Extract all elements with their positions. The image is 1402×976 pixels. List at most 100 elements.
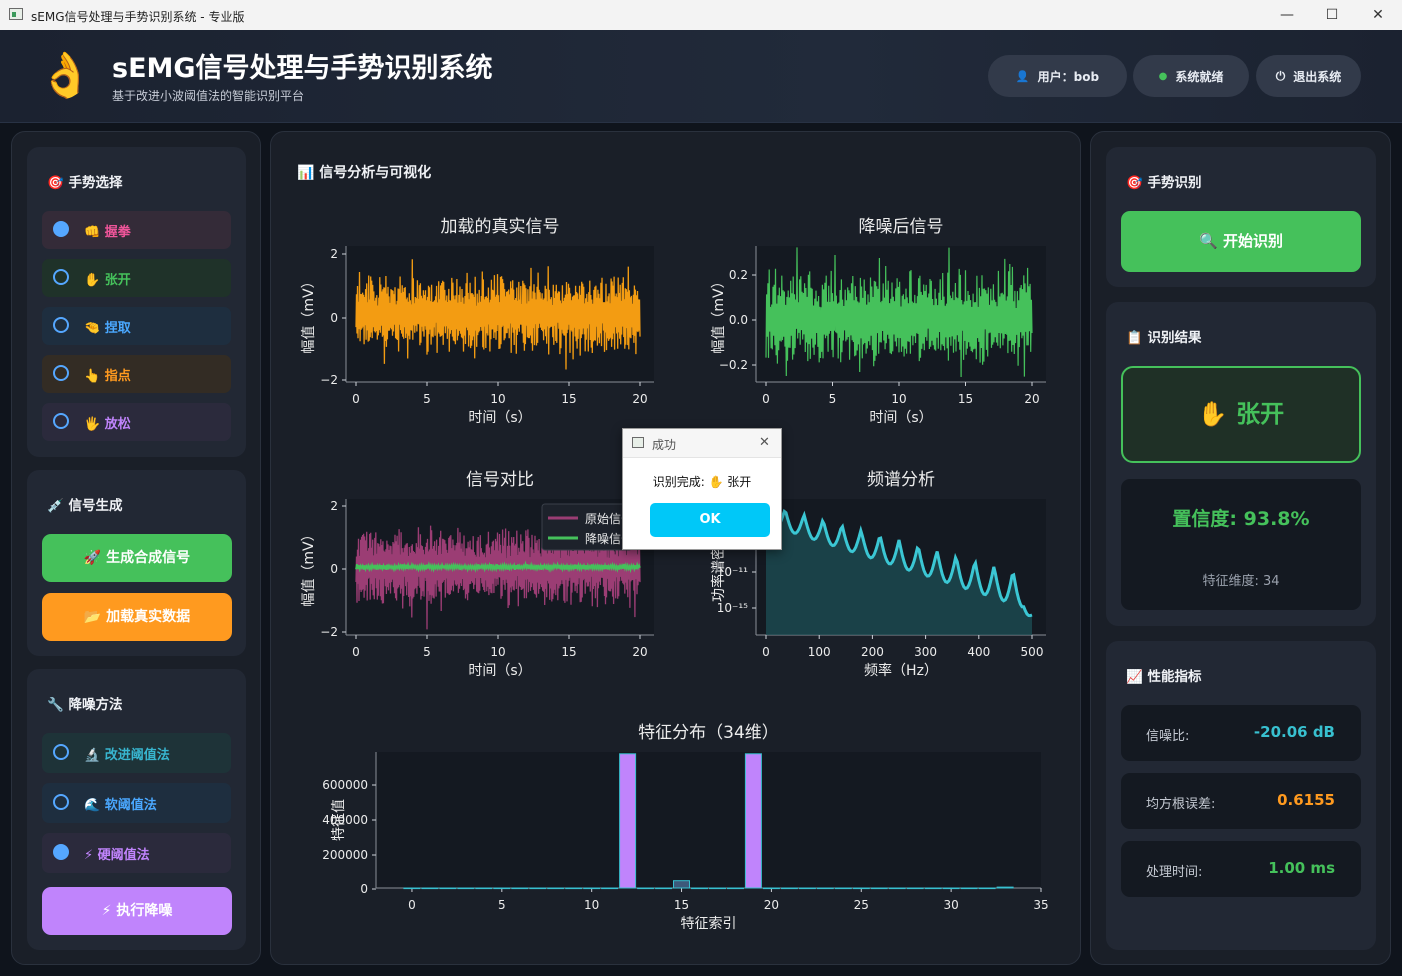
gesture-label: 👆 指点 [84, 369, 131, 384]
gesture-selection-title: 🎯 手势选择 [47, 175, 123, 191]
recognition-card: 🎯 手势识别 🔍 开始识别 [1106, 147, 1376, 287]
feature-bar [457, 887, 475, 890]
x-axis-label: 频率（Hz） [864, 662, 938, 679]
y-tick-label: 0 [330, 562, 338, 576]
chart-title: 加载的真实信号 [441, 217, 560, 237]
x-tick-label: 10 [891, 392, 906, 406]
metrics-title: 📈 性能指标 [1126, 669, 1202, 685]
metric-label: 均方根误差: [1146, 797, 1216, 812]
minimize-button[interactable]: — [1264, 0, 1310, 30]
feature-bar [691, 887, 708, 890]
gesture-label: 🤏 捏取 [84, 321, 131, 336]
x-tick-label: 500 [1021, 645, 1044, 659]
success-dialog: 成功 ✕ 识别完成: ✋ 张开 OK [622, 428, 782, 550]
x-tick-label: 0 [762, 392, 770, 406]
x-tick-label: 10 [584, 898, 599, 912]
radio-icon[interactable] [53, 413, 69, 429]
maximize-button[interactable]: ☐ [1309, 0, 1355, 30]
method-option-soft[interactable]: 🌊 软阈值法 [42, 783, 231, 823]
app-subtitle: 基于改进小波阈值法的智能识别平台 [112, 89, 305, 103]
feature-bar [421, 887, 439, 890]
user-label: 用户：bob [1037, 69, 1100, 84]
close-window-button[interactable]: ✕ [1355, 0, 1401, 30]
radio-icon[interactable] [53, 317, 69, 333]
feature-bar [744, 753, 762, 889]
dialog-close-icon[interactable]: ✕ [759, 435, 770, 450]
feature-bar [834, 887, 852, 890]
method-option-hard[interactable]: ⚡ 硬阈值法 [42, 833, 231, 873]
result-gesture: ✋ 张开 [1121, 366, 1361, 463]
feature-bar [619, 753, 637, 889]
radio-icon[interactable] [53, 744, 69, 760]
dialog-title: 成功 [652, 438, 677, 452]
chart-title: 降噪后信号 [859, 217, 944, 237]
processing-time-metric: 处理时间: 1.00 ms [1121, 841, 1361, 897]
run-denoise-button[interactable]: ⚡ 执行降噪 [42, 887, 232, 935]
x-axis-label: 时间（s） [468, 663, 531, 679]
x-tick-label: 35 [1033, 898, 1048, 912]
plot-area [376, 752, 1041, 888]
x-tick-label: 20 [632, 645, 647, 659]
y-tick-label: 10⁻¹⁵ [717, 601, 748, 615]
method-option-improved[interactable]: 🔬 改进阈值法 [42, 733, 231, 773]
x-tick-label: 15 [561, 645, 576, 659]
app-title: sEMG信号处理与手势识别系统 [112, 53, 493, 84]
x-tick-label: 15 [561, 392, 576, 406]
feature-bar [798, 887, 816, 890]
app-header: 👌 sEMG信号处理与手势识别系统 基于改进小波阈值法的智能识别平台 👤 用户：… [0, 30, 1402, 123]
logout-button[interactable]: ⏻ 退出系统 [1256, 55, 1361, 97]
status-badge: ● 系统就绪 [1133, 55, 1249, 97]
feature-bar [978, 887, 996, 890]
left-panel: 🎯 手势选择 👊 握拳 ✋ 张开 🤏 捏取 👆 指点 🖐 放松 💉 信号生成 🚀… [11, 131, 261, 965]
y-axis-label: 幅值（mV） [301, 274, 317, 353]
gesture-option-open[interactable]: ✋ 张开 [42, 259, 231, 297]
method-label: 🌊 软阈值法 [84, 798, 157, 813]
gesture-option-pinch[interactable]: 🤏 捏取 [42, 307, 231, 345]
confidence-value: 置信度: 93.8% [1172, 508, 1310, 530]
y-axis-label: 幅值（mV） [711, 274, 727, 353]
radio-icon[interactable] [53, 221, 69, 237]
x-tick-label: 20 [632, 392, 647, 406]
feature-bar [583, 887, 601, 890]
denoise-method-title: 🔧 降噪方法 [47, 697, 123, 713]
y-tick-label: 0.2 [729, 268, 748, 282]
y-tick-label: 600000 [322, 778, 368, 792]
radio-icon[interactable] [53, 269, 69, 285]
logout-label: 退出系统 [1293, 69, 1342, 84]
x-tick-label: 0 [762, 645, 770, 659]
load-data-button[interactable]: 📂 加载真实数据 [42, 593, 232, 641]
x-tick-label: 5 [423, 392, 431, 406]
radio-icon[interactable] [53, 365, 69, 381]
gesture-option-fist[interactable]: 👊 握拳 [42, 211, 231, 249]
radio-icon[interactable] [53, 794, 69, 810]
gesture-selection-card: 🎯 手势选择 👊 握拳 ✋ 张开 🤏 捏取 👆 指点 🖐 放松 [27, 147, 246, 457]
rmse-metric: 均方根误差: 0.6155 [1121, 773, 1361, 829]
signal-generation-title: 💉 信号生成 [47, 498, 123, 514]
dialog-ok-button[interactable]: OK [650, 503, 770, 537]
radio-icon[interactable] [53, 844, 69, 860]
gesture-option-relax[interactable]: 🖐 放松 [42, 403, 231, 441]
start-recognition-button[interactable]: 🔍 开始识别 [1121, 211, 1361, 272]
y-tick-label: −0.2 [719, 358, 748, 372]
metric-value: 1.00 ms [1268, 859, 1335, 877]
feature-bar [493, 887, 511, 890]
feature-dimension: 特征维度: 34 [1202, 574, 1280, 589]
x-tick-label: 30 [943, 898, 958, 912]
x-tick-label: 0 [352, 392, 360, 406]
gesture-label: ✋ 张开 [84, 273, 131, 288]
metric-label: 处理时间: [1146, 865, 1203, 880]
power-icon: ⏻ [1275, 68, 1286, 83]
metric-value: -20.06 dB [1253, 723, 1335, 741]
feature-bar [547, 887, 565, 890]
user-badge[interactable]: 👤 用户：bob [988, 55, 1127, 97]
x-tick-label: 200 [861, 645, 884, 659]
feature-bar [816, 887, 834, 890]
generate-signal-button[interactable]: 🚀 生成合成信号 [42, 534, 232, 582]
dialog-titlebar: 成功 ✕ [623, 429, 781, 458]
ok-hand-logo-icon: 👌 [38, 50, 93, 101]
y-tick-label: −2 [320, 373, 338, 387]
x-tick-label: 10 [490, 645, 505, 659]
y-axis-label: 幅值（mV） [301, 527, 317, 606]
x-tick-label: 5 [498, 898, 506, 912]
gesture-option-point[interactable]: 👆 指点 [42, 355, 231, 393]
